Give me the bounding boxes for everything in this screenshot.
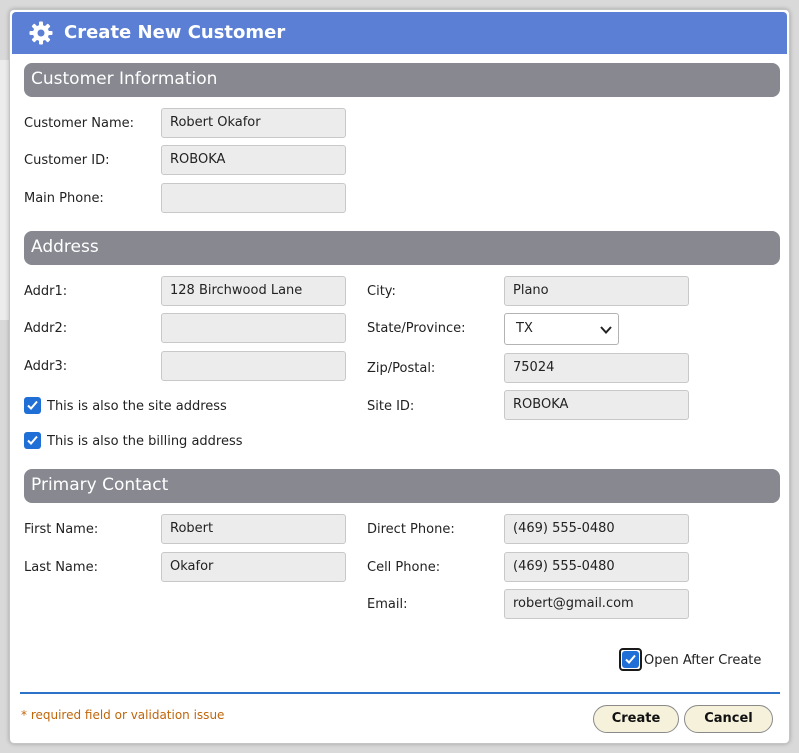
addr3-label: Addr3: <box>24 359 68 374</box>
first-name-input[interactable]: Robert <box>161 514 346 544</box>
open-after-create-label[interactable]: Open After Create <box>644 653 761 668</box>
addr2-input[interactable] <box>161 313 346 343</box>
email-input[interactable]: robert@gmail.com <box>504 589 689 619</box>
billing-address-checkbox-label[interactable]: This is also the billing address <box>47 434 243 449</box>
create-customer-dialog: Create New Customer Customer Information… <box>9 9 790 744</box>
cell-phone-input[interactable]: (469) 555-0480 <box>504 552 689 582</box>
customer-name-label: Customer Name: <box>24 116 135 131</box>
section-address: Address <box>24 231 780 265</box>
footer-divider <box>20 692 780 694</box>
main-phone-label: Main Phone: <box>24 191 104 206</box>
last-name-label: Last Name: <box>24 560 98 575</box>
zip-input[interactable]: 75024 <box>504 353 689 383</box>
checkmark-icon <box>27 435 38 445</box>
direct-phone-label: Direct Phone: <box>367 522 455 537</box>
section-primary-contact: Primary Contact <box>24 469 780 503</box>
billing-address-checkbox[interactable] <box>24 432 41 449</box>
zip-label: Zip/Postal: <box>367 361 436 376</box>
addr3-input[interactable] <box>161 351 346 381</box>
section-title: Primary Contact <box>31 475 169 495</box>
state-label: State/Province: <box>367 321 466 336</box>
cancel-button[interactable]: Cancel <box>684 705 773 733</box>
chevron-down-icon <box>600 324 612 334</box>
section-title: Address <box>31 237 99 257</box>
site-address-checkbox[interactable] <box>24 397 41 414</box>
create-button[interactable]: Create <box>593 705 679 733</box>
state-select-value: TX <box>516 321 533 336</box>
open-after-create-checkbox[interactable] <box>619 648 642 671</box>
addr2-label: Addr2: <box>24 321 68 336</box>
dialog-titlebar: Create New Customer <box>12 12 787 54</box>
addr1-label: Addr1: <box>24 284 68 299</box>
last-name-input[interactable]: Okafor <box>161 552 346 582</box>
section-title: Customer Information <box>31 69 218 89</box>
checkmark-icon <box>625 654 636 664</box>
main-phone-input[interactable] <box>161 183 346 213</box>
customer-name-input[interactable]: Robert Okafor <box>161 108 346 138</box>
required-field-note: * required field or validation issue <box>21 708 225 722</box>
first-name-label: First Name: <box>24 522 99 537</box>
gear-icon <box>28 20 54 46</box>
open-after-create-check <box>622 651 639 668</box>
section-customer-information: Customer Information <box>24 63 780 97</box>
city-input[interactable]: Plano <box>504 276 689 306</box>
city-label: City: <box>367 284 396 299</box>
dialog-title: Create New Customer <box>64 22 286 43</box>
checkmark-icon <box>27 400 38 410</box>
customer-id-label: Customer ID: <box>24 153 110 168</box>
email-label: Email: <box>367 597 408 612</box>
addr1-input[interactable]: 128 Birchwood Lane <box>161 276 346 306</box>
state-select[interactable]: TX <box>504 313 619 345</box>
site-address-checkbox-label[interactable]: This is also the site address <box>47 399 227 414</box>
customer-id-input[interactable]: ROBOKA <box>161 145 346 175</box>
site-id-label: Site ID: <box>367 399 415 414</box>
direct-phone-input[interactable]: (469) 555-0480 <box>504 514 689 544</box>
site-id-input[interactable]: ROBOKA <box>504 390 689 420</box>
cell-phone-label: Cell Phone: <box>367 560 441 575</box>
